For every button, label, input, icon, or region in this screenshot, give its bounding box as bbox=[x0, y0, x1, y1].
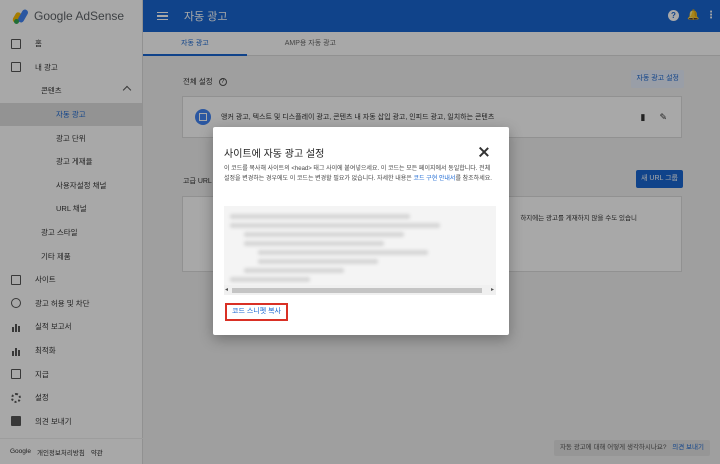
scroll-left-icon[interactable]: ◂ bbox=[225, 287, 228, 293]
dialog-description: 이 코드를 복사해 사이트의 <head> 태그 사이에 붙여넣으세요. 이 코… bbox=[224, 164, 492, 184]
copy-code-snippet-button[interactable]: 코드 스니펫 복사 bbox=[225, 303, 288, 321]
dialog-title: 사이트에 자동 광고 설정 bbox=[224, 149, 325, 160]
scroll-right-icon[interactable]: ▸ bbox=[491, 287, 494, 293]
horizontal-scrollbar[interactable]: ◂ ▸ bbox=[224, 285, 496, 295]
code-snippet-box[interactable]: ◂ ▸ bbox=[224, 206, 496, 295]
auto-ads-setup-dialog: 사이트에 자동 광고 설정 이 코드를 복사해 사이트의 <head> 태그 사… bbox=[213, 127, 509, 335]
description-end: 를 참조하세요. bbox=[455, 176, 492, 182]
close-icon[interactable] bbox=[479, 147, 489, 157]
code-guide-link[interactable]: 코드 구현 안내서 bbox=[413, 176, 455, 182]
scrollbar-thumb[interactable] bbox=[232, 288, 482, 293]
